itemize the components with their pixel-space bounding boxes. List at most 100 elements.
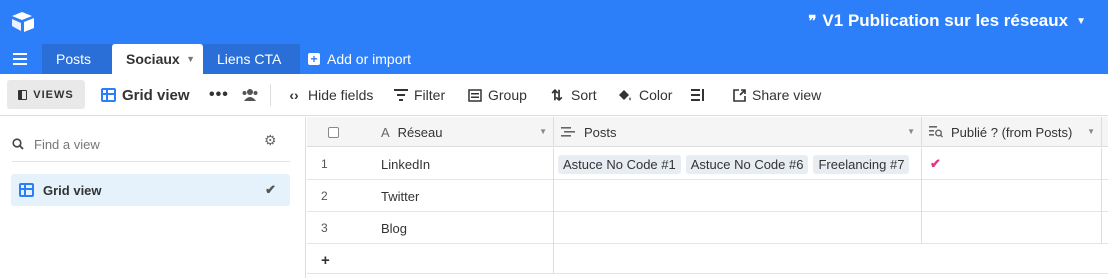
cell-posts[interactable] <box>554 212 922 244</box>
quote-icon: ❞ <box>808 13 817 30</box>
records-grid: A Réseau ▼ Posts ▼ Publié ? (from Posts)… <box>307 117 1108 278</box>
tab-label: Sociaux <box>126 51 180 67</box>
top-bar: ❞ V1 Publication sur les réseaux ▼ <box>0 0 1108 44</box>
sidebar-icon <box>18 89 28 100</box>
filter-button[interactable]: Filter <box>394 74 445 116</box>
filter-label: Filter <box>414 87 446 103</box>
column-label: Réseau <box>397 124 443 140</box>
column-label: Posts <box>584 124 617 140</box>
filter-icon <box>394 89 408 101</box>
views-toggle-button[interactable]: VIEWS <box>7 80 85 109</box>
row-number: 2 <box>321 189 328 203</box>
linked-record-chip[interactable]: Astuce No Code #1 <box>558 154 681 174</box>
gear-icon[interactable]: ⚙ <box>264 133 278 147</box>
find-view-placeholder: Find a view <box>34 136 100 152</box>
sort-button[interactable]: ⇅ Sort <box>549 74 597 116</box>
linked-record-icon <box>561 127 575 137</box>
airtable-logo-icon[interactable] <box>11 11 35 33</box>
share-icon <box>733 88 746 102</box>
tab-label: Posts <box>56 51 92 67</box>
sidebar-item-grid-view[interactable]: Grid view ✔ <box>11 174 290 206</box>
more-icon: ••• <box>209 86 229 103</box>
add-row[interactable]: + <box>307 244 1108 274</box>
sidebar-item-label: Grid view <box>43 182 102 198</box>
add-or-import-label: Add or import <box>327 51 412 67</box>
text-field-icon: A <box>381 124 390 140</box>
add-row-cell <box>359 244 554 274</box>
cell-posts[interactable] <box>554 180 922 212</box>
select-all-checkbox[interactable] <box>327 126 339 138</box>
tab-label: Liens CTA <box>217 51 282 67</box>
table-row[interactable]: 3 Blog <box>307 212 1108 244</box>
row-number: 1 <box>321 157 328 171</box>
toolbar-divider <box>270 84 271 106</box>
group-icon <box>468 88 482 102</box>
column-header-posts[interactable]: Posts ▼ <box>554 117 922 147</box>
color-button[interactable]: Color <box>617 74 672 116</box>
collaborators-button[interactable] <box>241 74 259 116</box>
group-button[interactable]: Group <box>468 74 527 116</box>
more-options-button[interactable]: ••• <box>209 74 229 116</box>
row-height-button[interactable] <box>691 74 705 116</box>
menu-icon[interactable] <box>13 53 27 65</box>
cell-publie[interactable] <box>922 212 1102 244</box>
grid-icon <box>101 88 116 102</box>
cell-reseau[interactable]: LinkedIn <box>359 148 554 180</box>
grid-icon <box>19 183 34 197</box>
column-header-publie[interactable]: Publié ? (from Posts) ▼ <box>922 117 1102 147</box>
group-label: Group <box>488 87 527 103</box>
checkmark-icon: ✔ <box>930 156 941 171</box>
hide-fields-button[interactable]: ‹› Hide fields <box>286 74 373 116</box>
table-row[interactable]: 1 LinkedIn Astuce No Code #1 Astuce No C… <box>307 148 1108 180</box>
table-row[interactable]: 2 Twitter <box>307 180 1108 212</box>
row-number: 3 <box>321 221 328 235</box>
tab-sociaux[interactable]: Sociaux ▼ <box>112 44 203 74</box>
chevron-down-icon[interactable]: ▼ <box>539 127 547 136</box>
add-row-button[interactable]: + <box>307 244 359 276</box>
hide-icon: ‹› <box>289 87 299 103</box>
cell-publie[interactable]: ✔ <box>922 148 1102 180</box>
chevron-down-icon: ▼ <box>1076 15 1086 27</box>
paint-bucket-icon <box>619 90 631 101</box>
search-icon <box>12 138 24 150</box>
column-header-reseau[interactable]: A Réseau ▼ <box>359 117 554 147</box>
chevron-down-icon[interactable]: ▼ <box>1087 127 1095 136</box>
chevron-down-icon[interactable]: ▼ <box>186 44 195 74</box>
plus-icon: + <box>308 53 320 65</box>
cell-reseau[interactable]: Twitter <box>359 180 554 212</box>
tab-liens-cta[interactable]: Liens CTA <box>203 44 300 74</box>
grid-header: A Réseau ▼ Posts ▼ Publié ? (from Posts)… <box>307 117 1108 147</box>
add-or-import-button[interactable]: + Add or import <box>308 44 411 74</box>
check-icon: ✔ <box>265 182 276 197</box>
views-sidebar: Find a view ⚙ Grid view ✔ <box>0 117 306 278</box>
base-title[interactable]: ❞ V1 Publication sur les réseaux ▼ <box>808 11 1086 31</box>
share-view-label: Share view <box>752 87 822 103</box>
current-view-name: Grid view <box>122 86 190 104</box>
people-icon <box>242 89 258 101</box>
cell-reseau[interactable]: Blog <box>359 212 554 244</box>
views-label: VIEWS <box>33 88 74 101</box>
column-label: Publié ? (from Posts) <box>951 124 1073 140</box>
row-height-icon <box>691 88 704 101</box>
cell-publie[interactable] <box>922 180 1102 212</box>
base-title-text: V1 Publication sur les réseaux <box>822 11 1069 30</box>
find-view-search[interactable]: Find a view <box>12 131 292 157</box>
select-all-checkbox-cell[interactable] <box>307 117 359 147</box>
sort-label: Sort <box>571 87 597 103</box>
share-view-button[interactable]: Share view <box>733 74 821 116</box>
view-toolbar: VIEWS Grid view ••• ‹› Hide fields Filte… <box>0 74 1108 116</box>
lookup-icon <box>929 126 943 138</box>
linked-record-chip[interactable]: Astuce No Code #6 <box>685 154 809 174</box>
cell-text: Blog <box>381 220 408 236</box>
linked-record-chip[interactable]: Freelancing #7 <box>813 154 910 174</box>
table-tab-bar: Posts Sociaux ▼ Liens CTA + Add or import <box>0 44 1108 74</box>
tab-posts[interactable]: Posts <box>42 44 112 74</box>
chevron-down-icon[interactable]: ▼ <box>907 127 915 136</box>
cell-posts[interactable]: Astuce No Code #1 Astuce No Code #6 Free… <box>554 148 922 180</box>
add-row-cell <box>554 244 922 274</box>
sort-icon: ⇅ <box>551 86 563 103</box>
hide-fields-label: Hide fields <box>308 87 374 103</box>
divider <box>12 161 290 162</box>
cell-text: Twitter <box>381 188 420 204</box>
view-switcher[interactable]: Grid view <box>101 74 190 116</box>
